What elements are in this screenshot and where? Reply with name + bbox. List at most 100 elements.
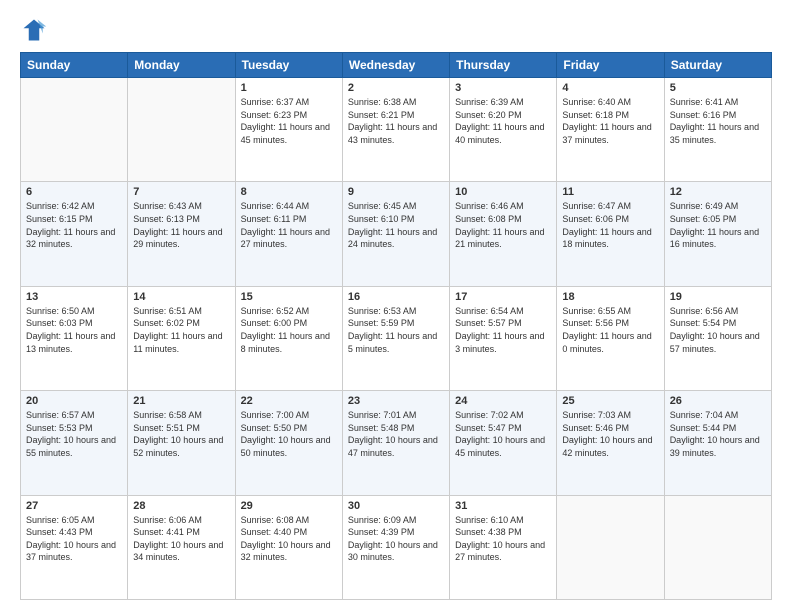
day-info: Sunrise: 6:55 AM Sunset: 5:56 PM Dayligh… — [562, 305, 658, 355]
calendar-cell: 14 Sunrise: 6:51 AM Sunset: 6:02 PM Dayli… — [128, 286, 235, 390]
calendar-cell: 13 Sunrise: 6:50 AM Sunset: 6:03 PM Dayli… — [21, 286, 128, 390]
calendar-cell: 3Sunrise: 6:39 AM Sunset: 6:20 PM Daylig… — [450, 78, 557, 182]
calendar-cell: 4Sunrise: 6:40 AM Sunset: 6:18 PM Daylig… — [557, 78, 664, 182]
logo-icon — [20, 16, 48, 44]
day-number: 3 — [455, 82, 551, 94]
day-number: 4 — [562, 82, 658, 94]
calendar-cell — [128, 78, 235, 182]
calendar-header-saturday: Saturday — [664, 53, 771, 78]
calendar-cell: 6 Sunrise: 6:42 AM Sunset: 6:15 PM Daylig… — [21, 182, 128, 286]
day-info: Sunrise: 6:10 AM Sunset: 4:38 PM Dayligh… — [455, 514, 551, 564]
day-number: 1 — [241, 82, 337, 94]
day-info: Sunrise: 7:04 AM Sunset: 5:44 PM Dayligh… — [670, 409, 766, 459]
day-number: 27 — [26, 500, 122, 512]
day-number: 23 — [348, 395, 444, 407]
day-number: 22 — [241, 395, 337, 407]
day-info: Sunrise: 7:02 AM Sunset: 5:47 PM Dayligh… — [455, 409, 551, 459]
day-info: Sunrise: 6:46 AM Sunset: 6:08 PM Dayligh… — [455, 200, 551, 250]
day-number: 8 — [241, 186, 337, 198]
header — [20, 16, 772, 44]
day-info: Sunrise: 6:38 AM Sunset: 6:21 PM Dayligh… — [348, 96, 444, 146]
day-info: Sunrise: 6:45 AM Sunset: 6:10 PM Dayligh… — [348, 200, 444, 250]
calendar-header-wednesday: Wednesday — [342, 53, 449, 78]
day-number: 7 — [133, 186, 229, 198]
day-number: 21 — [133, 395, 229, 407]
calendar-cell: 2 Sunrise: 6:38 AM Sunset: 6:21 PM Daylig… — [342, 78, 449, 182]
calendar-cell: 27 Sunrise: 6:05 AM Sunset: 4:43 PM Dayli… — [21, 495, 128, 599]
day-info: Sunrise: 6:06 AM Sunset: 4:41 PM Dayligh… — [133, 514, 229, 564]
calendar-cell: 11Sunrise: 6:47 AM Sunset: 6:06 PM Dayli… — [557, 182, 664, 286]
day-number: 15 — [241, 291, 337, 303]
day-number: 12 — [670, 186, 766, 198]
calendar-cell: 31 Sunrise: 6:10 AM Sunset: 4:38 PM Dayli… — [450, 495, 557, 599]
calendar-week-1: 1Sunrise: 6:37 AM Sunset: 6:23 PM Daylig… — [21, 78, 772, 182]
day-number: 20 — [26, 395, 122, 407]
day-number: 17 — [455, 291, 551, 303]
day-number: 13 — [26, 291, 122, 303]
day-info: Sunrise: 6:05 AM Sunset: 4:43 PM Dayligh… — [26, 514, 122, 564]
day-number: 28 — [133, 500, 229, 512]
calendar-cell: 26 Sunrise: 7:04 AM Sunset: 5:44 PM Dayli… — [664, 391, 771, 495]
day-number: 14 — [133, 291, 229, 303]
day-info: Sunrise: 6:50 AM Sunset: 6:03 PM Dayligh… — [26, 305, 122, 355]
day-number: 10 — [455, 186, 551, 198]
calendar-cell: 10 Sunrise: 6:46 AM Sunset: 6:08 PM Dayli… — [450, 182, 557, 286]
calendar-week-4: 20Sunrise: 6:57 AM Sunset: 5:53 PM Dayli… — [21, 391, 772, 495]
calendar-header-monday: Monday — [128, 53, 235, 78]
calendar-cell — [664, 495, 771, 599]
calendar-header-tuesday: Tuesday — [235, 53, 342, 78]
day-number: 31 — [455, 500, 551, 512]
day-info: Sunrise: 6:52 AM Sunset: 6:00 PM Dayligh… — [241, 305, 337, 355]
calendar-cell: 25 Sunrise: 7:03 AM Sunset: 5:46 PM Dayli… — [557, 391, 664, 495]
day-number: 11 — [562, 186, 658, 198]
calendar-cell: 20Sunrise: 6:57 AM Sunset: 5:53 PM Dayli… — [21, 391, 128, 495]
calendar-cell: 17 Sunrise: 6:54 AM Sunset: 5:57 PM Dayli… — [450, 286, 557, 390]
calendar-cell: 19 Sunrise: 6:56 AM Sunset: 5:54 PM Dayli… — [664, 286, 771, 390]
calendar-header-sunday: Sunday — [21, 53, 128, 78]
calendar-cell: 1Sunrise: 6:37 AM Sunset: 6:23 PM Daylig… — [235, 78, 342, 182]
calendar-cell: 18Sunrise: 6:55 AM Sunset: 5:56 PM Dayli… — [557, 286, 664, 390]
day-info: Sunrise: 7:00 AM Sunset: 5:50 PM Dayligh… — [241, 409, 337, 459]
calendar-table: SundayMondayTuesdayWednesdayThursdayFrid… — [20, 52, 772, 600]
day-info: Sunrise: 6:51 AM Sunset: 6:02 PM Dayligh… — [133, 305, 229, 355]
calendar-cell: 16 Sunrise: 6:53 AM Sunset: 5:59 PM Dayli… — [342, 286, 449, 390]
day-info: Sunrise: 6:44 AM Sunset: 6:11 PM Dayligh… — [241, 200, 337, 250]
day-number: 30 — [348, 500, 444, 512]
calendar-cell: 29 Sunrise: 6:08 AM Sunset: 4:40 PM Dayli… — [235, 495, 342, 599]
day-number: 29 — [241, 500, 337, 512]
day-number: 24 — [455, 395, 551, 407]
day-info: Sunrise: 6:08 AM Sunset: 4:40 PM Dayligh… — [241, 514, 337, 564]
calendar-body: 1Sunrise: 6:37 AM Sunset: 6:23 PM Daylig… — [21, 78, 772, 600]
page: SundayMondayTuesdayWednesdayThursdayFrid… — [0, 0, 792, 612]
calendar-week-5: 27 Sunrise: 6:05 AM Sunset: 4:43 PM Dayli… — [21, 495, 772, 599]
day-number: 16 — [348, 291, 444, 303]
day-number: 26 — [670, 395, 766, 407]
day-info: Sunrise: 6:58 AM Sunset: 5:51 PM Dayligh… — [133, 409, 229, 459]
calendar-cell: 24 Sunrise: 7:02 AM Sunset: 5:47 PM Dayli… — [450, 391, 557, 495]
day-info: Sunrise: 6:53 AM Sunset: 5:59 PM Dayligh… — [348, 305, 444, 355]
calendar-header-friday: Friday — [557, 53, 664, 78]
day-info: Sunrise: 7:03 AM Sunset: 5:46 PM Dayligh… — [562, 409, 658, 459]
day-number: 6 — [26, 186, 122, 198]
calendar-cell: 28 Sunrise: 6:06 AM Sunset: 4:41 PM Dayli… — [128, 495, 235, 599]
calendar-header-row: SundayMondayTuesdayWednesdayThursdayFrid… — [21, 53, 772, 78]
day-number: 2 — [348, 82, 444, 94]
logo — [20, 16, 52, 44]
calendar-cell: 7Sunrise: 6:43 AM Sunset: 6:13 PM Daylig… — [128, 182, 235, 286]
day-info: Sunrise: 6:49 AM Sunset: 6:05 PM Dayligh… — [670, 200, 766, 250]
calendar-cell: 9Sunrise: 6:45 AM Sunset: 6:10 PM Daylig… — [342, 182, 449, 286]
calendar-week-3: 13 Sunrise: 6:50 AM Sunset: 6:03 PM Dayli… — [21, 286, 772, 390]
calendar-cell: 5Sunrise: 6:41 AM Sunset: 6:16 PM Daylig… — [664, 78, 771, 182]
day-info: Sunrise: 6:42 AM Sunset: 6:15 PM Dayligh… — [26, 200, 122, 250]
calendar-cell: 15 Sunrise: 6:52 AM Sunset: 6:00 PM Dayli… — [235, 286, 342, 390]
day-number: 19 — [670, 291, 766, 303]
day-info: Sunrise: 6:41 AM Sunset: 6:16 PM Dayligh… — [670, 96, 766, 146]
day-number: 25 — [562, 395, 658, 407]
day-info: Sunrise: 6:56 AM Sunset: 5:54 PM Dayligh… — [670, 305, 766, 355]
calendar-header-thursday: Thursday — [450, 53, 557, 78]
calendar-cell: 22 Sunrise: 7:00 AM Sunset: 5:50 PM Dayli… — [235, 391, 342, 495]
calendar-cell — [21, 78, 128, 182]
day-info: Sunrise: 6:54 AM Sunset: 5:57 PM Dayligh… — [455, 305, 551, 355]
calendar-cell — [557, 495, 664, 599]
calendar-week-2: 6 Sunrise: 6:42 AM Sunset: 6:15 PM Daylig… — [21, 182, 772, 286]
